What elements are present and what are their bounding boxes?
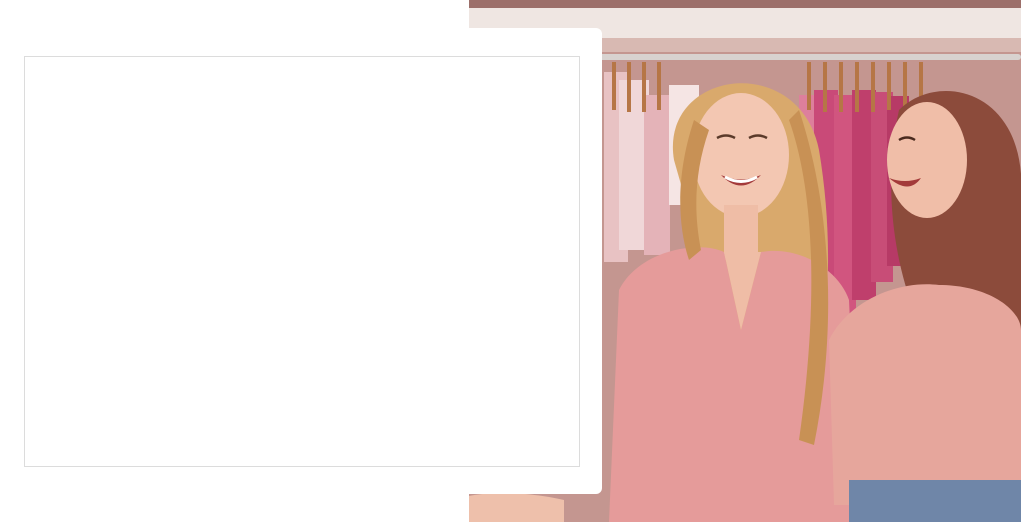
stage: [0, 0, 1021, 522]
closet-rod: [599, 54, 1021, 60]
forearm: [469, 493, 564, 522]
content-card: [0, 28, 602, 494]
shelf-top-edge: [469, 0, 1021, 8]
card-content-area: [24, 56, 580, 467]
